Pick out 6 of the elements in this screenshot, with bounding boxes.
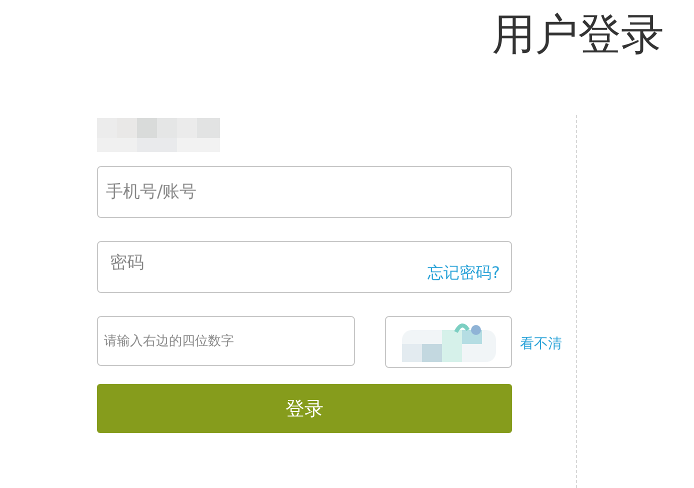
captcha-field[interactable]: 请输入右边的四位数字 xyxy=(97,316,355,366)
forgot-password-link[interactable]: 忘记密码? xyxy=(428,263,500,284)
captcha-refresh-link[interactable]: 看不清 xyxy=(520,335,562,353)
account-field[interactable]: 手机号/账号 xyxy=(97,166,512,218)
page-title: 用户登录 xyxy=(492,10,664,60)
login-button[interactable]: 登录 xyxy=(97,384,512,433)
